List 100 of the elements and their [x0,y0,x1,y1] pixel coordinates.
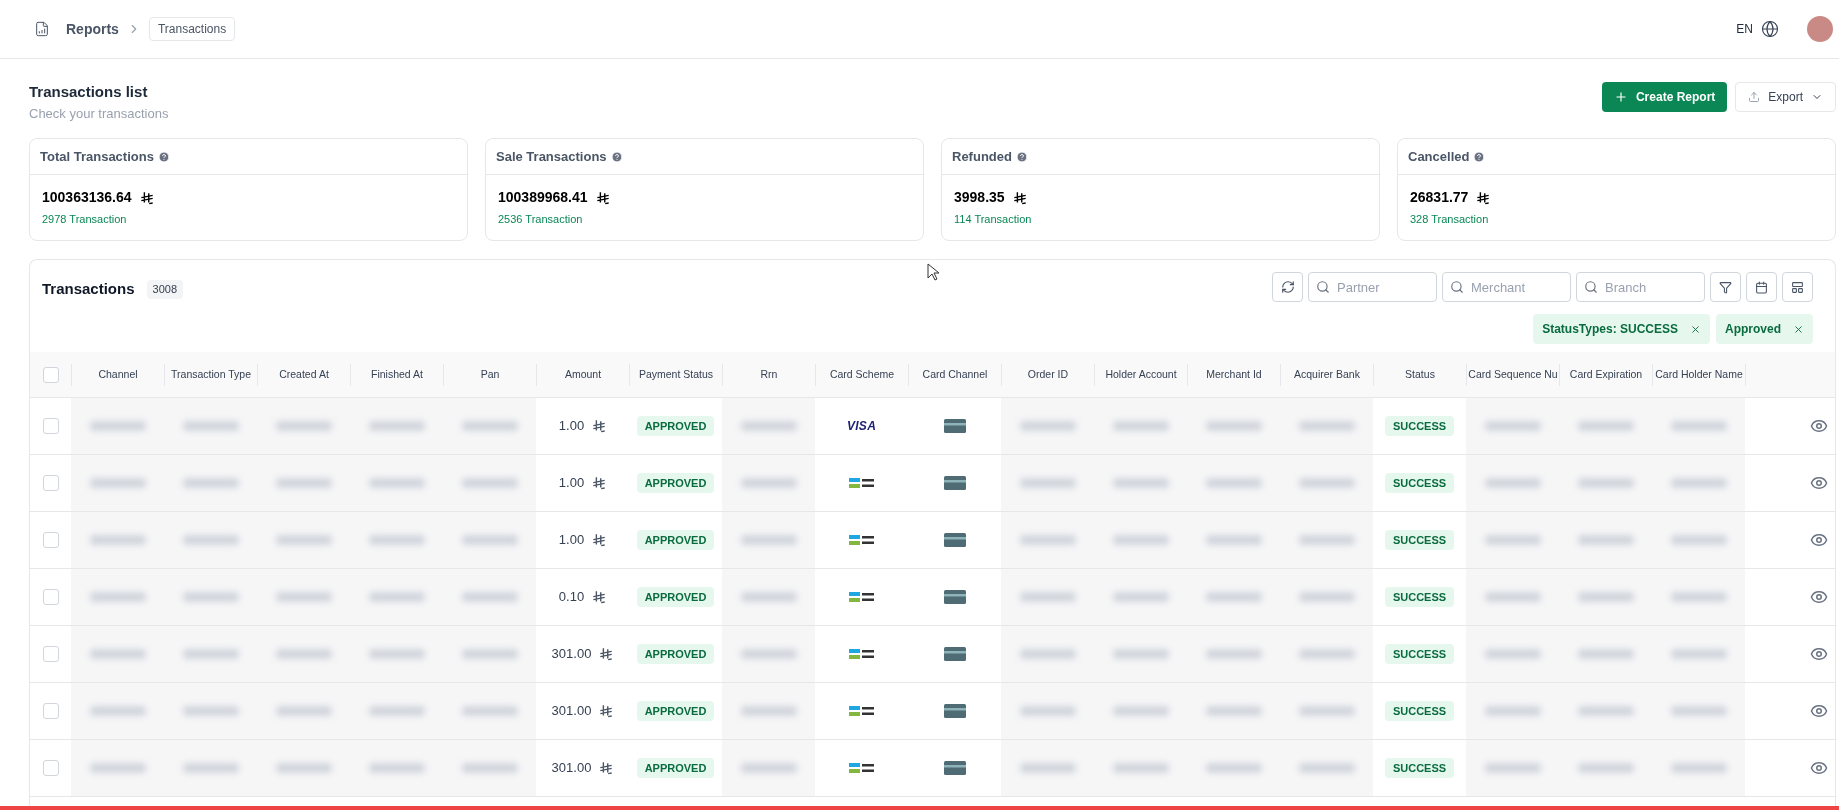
redacted-text [368,421,425,431]
count-badge: 3008 [146,280,184,299]
mada-logo-icon [848,648,875,660]
breadcrumb-current: Transactions [148,17,236,41]
card-title: Cancelled [1408,147,1470,166]
column-header[interactable]: Finished At [371,366,423,383]
payment-status-badge: APPROVED [636,529,715,551]
checkbox[interactable] [42,418,59,434]
redacted-text [1298,763,1355,773]
search-field[interactable]: Partner [1308,272,1437,302]
amount-text: 1.00 [558,417,585,436]
column-header[interactable]: Card Expiration [1569,366,1643,383]
filter-button[interactable] [1710,272,1741,302]
help-icon[interactable] [1473,150,1486,163]
redacted-text [1298,535,1355,545]
create-report-button[interactable]: Create Report [1601,82,1728,112]
view-icon[interactable] [1810,417,1828,435]
plus-icon [1613,90,1628,104]
language-label[interactable]: EN [1736,20,1753,38]
checkbox[interactable] [42,475,59,491]
calendar-button[interactable] [1746,272,1777,302]
redacted-text [1112,478,1169,488]
redacted-text [368,763,425,773]
layout-button[interactable] [1782,272,1813,302]
column-header[interactable]: Holder Account [1105,366,1177,383]
redacted-text [1112,421,1169,431]
refresh-button[interactable] [1272,272,1303,302]
redacted-text [368,592,425,602]
search-icon [1316,280,1330,294]
credit-card-icon [943,704,966,718]
column-header[interactable]: Pan [480,366,500,383]
avatar[interactable] [1807,16,1833,42]
column-header[interactable]: Status [1405,366,1435,383]
column-header[interactable]: Card Scheme [829,366,895,383]
status-badge: SUCCESS [1384,700,1455,722]
checkbox[interactable] [42,589,59,605]
redacted-text [1670,478,1727,488]
checkbox[interactable] [42,646,59,662]
riyal-icon [139,190,154,205]
redacted-text [1019,535,1076,545]
credit-card-icon [943,476,966,490]
card-count: 2536 Transaction [498,212,584,227]
view-icon[interactable] [1810,702,1828,720]
search-field[interactable]: Branch [1576,272,1705,302]
export-button[interactable]: Export [1735,82,1836,112]
column-header[interactable]: Rrn [760,366,778,383]
redacted-text [1670,706,1727,716]
redacted-text [461,535,518,545]
credit-card-icon [943,647,966,661]
column-header[interactable]: Card Holder Name [1655,366,1743,383]
checkbox[interactable] [42,366,59,383]
redacted-text [1205,706,1262,716]
card-title: Sale Transactions [496,147,607,166]
help-icon[interactable] [157,150,170,163]
redacted-text [1670,421,1727,431]
column-header[interactable]: Order ID [1027,366,1069,383]
globe-icon[interactable] [1761,20,1779,38]
view-icon[interactable] [1810,531,1828,549]
checkbox[interactable] [42,703,59,719]
column-header[interactable]: Created At [279,366,329,383]
view-icon[interactable] [1810,645,1828,663]
help-icon[interactable] [1015,150,1028,163]
redacted-text [1577,592,1634,602]
checkbox[interactable] [42,532,59,548]
view-icon[interactable] [1810,759,1828,777]
column-header[interactable]: Acquirer Bank [1294,366,1360,383]
redacted-text [1670,763,1727,773]
redacted-text [182,763,239,773]
column-header[interactable]: Transaction Type [171,366,251,383]
column-header[interactable]: Payment Status [638,366,714,383]
column-header[interactable]: Card Sequence Nu [1468,366,1558,383]
column-header[interactable]: Merchant Id [1206,366,1262,383]
redacted-text [461,706,518,716]
close-icon[interactable] [1793,323,1804,335]
breadcrumb-link[interactable]: Reports [66,18,119,40]
redacted-text [1577,763,1634,773]
redacted-text [1019,421,1076,431]
view-icon[interactable] [1810,588,1828,606]
credit-card-icon [943,590,966,604]
column-header[interactable]: Channel [98,366,138,383]
checkbox[interactable] [42,760,59,776]
status-badge: SUCCESS [1384,415,1455,437]
redacted-text [461,763,518,773]
column-header[interactable]: Amount [564,366,602,383]
filter-chip[interactable]: StatusTypes: SUCCESS [1533,314,1710,344]
riyal-icon [592,419,607,433]
payment-status-badge: APPROVED [636,700,715,722]
view-icon[interactable] [1810,474,1828,492]
riyal-icon [599,761,614,775]
redacted-text [1298,649,1355,659]
column-header[interactable]: Card Channel [922,366,988,383]
payment-status-badge: APPROVED [636,586,715,608]
search-field[interactable]: Merchant [1442,272,1571,302]
status-badge: SUCCESS [1384,529,1455,551]
help-icon[interactable] [610,150,623,163]
redacted-text [1205,649,1262,659]
riyal-icon [1012,190,1027,205]
filter-chip[interactable]: Approved [1716,314,1813,344]
redacted-text [1112,763,1169,773]
close-icon[interactable] [1690,323,1701,335]
